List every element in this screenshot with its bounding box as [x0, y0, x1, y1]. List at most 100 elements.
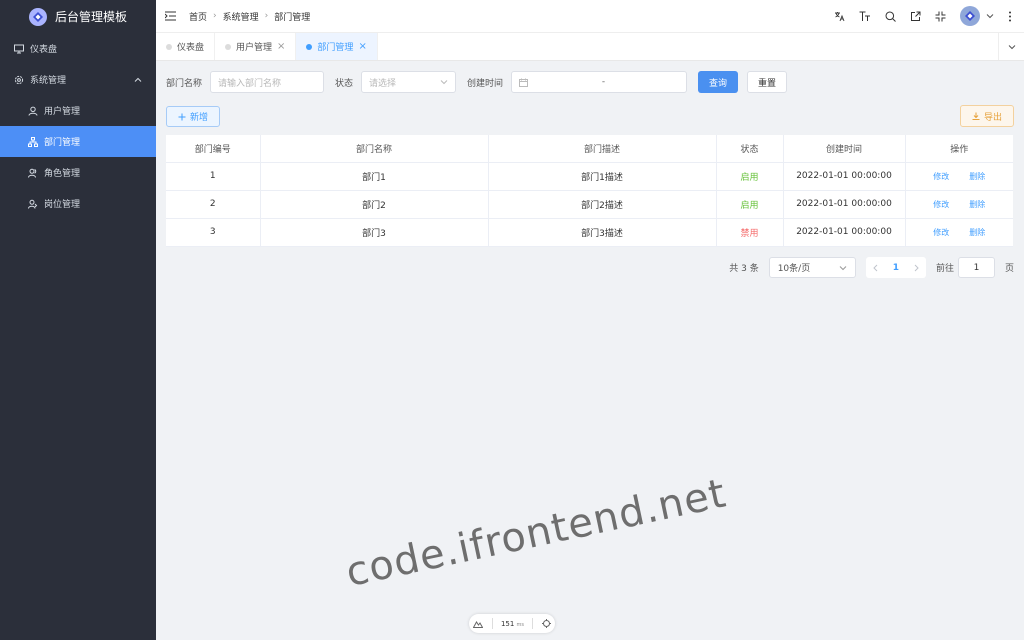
prev-page-icon[interactable] [872, 264, 879, 272]
table-row: 3 部门3 部门3描述 禁用 2022-01-01 00:00:00 修改 删除 [166, 218, 1013, 247]
divider [491, 618, 493, 629]
add-button[interactable]: 新增 [166, 106, 220, 127]
dept-name: 部门3 [260, 218, 489, 247]
dept-name: 部门2 [260, 190, 489, 219]
app-logo[interactable]: 后台管理模板 [0, 0, 156, 33]
dept-id: 3 [166, 218, 261, 247]
sidebar-item-label: 角色管理 [44, 169, 81, 179]
search-icon[interactable] [885, 11, 896, 22]
external-link-icon[interactable] [910, 11, 921, 22]
tags-view: 仪表盘 用户管理 × 部门管理 × [156, 33, 1024, 61]
sidebar-item-users[interactable]: 用户管理 [0, 95, 156, 126]
goto-page-input[interactable]: 1 [957, 257, 995, 278]
sidebar: 后台管理模板 仪表盘 系统管理 用户管理 部门管理 角色管理 岗位管理 [0, 0, 156, 640]
page-size-select[interactable]: 10条/页 [768, 257, 856, 278]
tabs-dropdown[interactable] [998, 33, 1024, 60]
table-header-row: 部门编号 部门名称 部门描述 状态 创建时间 操作 [166, 135, 1013, 163]
breadcrumb-item[interactable]: 系统管理 [223, 10, 259, 23]
fullscreen-exit-icon[interactable] [935, 11, 946, 22]
page-number[interactable]: 1 [893, 263, 899, 273]
total-count: 共 3 条 [729, 264, 759, 274]
breadcrumb-item[interactable]: 首页 [189, 10, 207, 23]
reset-button[interactable]: 重置 [747, 71, 788, 93]
chevron-down-icon [839, 264, 847, 272]
tab-dot [225, 43, 232, 50]
sidebar-item-system[interactable]: 系统管理 [0, 64, 156, 95]
header-tools [834, 6, 1012, 26]
table-row: 2 部门2 部门2描述 启用 2022-01-01 00:00:00 修改 删除 [166, 190, 1013, 219]
sidebar-item-posts[interactable]: 岗位管理 [0, 188, 156, 219]
gear-icon [14, 75, 24, 85]
dept-desc: 部门1描述 [488, 162, 717, 191]
breadcrumb: 首页 › 系统管理 › 部门管理 [189, 10, 310, 23]
actions-cell: 修改 删除 [905, 162, 1013, 191]
chevron-down-icon [986, 12, 994, 20]
chevron-down-icon [440, 78, 448, 86]
delete-link[interactable]: 删除 [969, 228, 985, 237]
dept-name-input[interactable]: 请输入部门名称 [210, 71, 325, 93]
more-vertical-icon[interactable] [1008, 11, 1012, 22]
sidebar-item-departments[interactable]: 部门管理 [0, 126, 156, 157]
dept-id: 1 [166, 162, 261, 191]
mountain-icon[interactable] [473, 620, 484, 628]
edit-link[interactable]: 修改 [933, 172, 949, 181]
delete-link[interactable]: 删除 [969, 200, 985, 209]
top-header: 首页 › 系统管理 › 部门管理 [156, 0, 1024, 33]
monitor-icon [14, 44, 24, 54]
export-button[interactable]: 导出 [960, 105, 1014, 127]
avatar[interactable] [960, 6, 980, 26]
date-range-separator: - [601, 77, 606, 87]
sidebar-item-dashboard[interactable]: 仪表盘 [0, 33, 156, 64]
org-chart-icon [28, 136, 38, 147]
tab-dashboard[interactable]: 仪表盘 [156, 33, 216, 60]
chevron-down-icon [1008, 43, 1016, 51]
edit-link[interactable]: 修改 [933, 200, 949, 209]
create-time-label: 创建时间 [467, 78, 504, 89]
breadcrumb-item: 部门管理 [274, 12, 311, 23]
sidebar-item-label: 用户管理 [44, 107, 81, 117]
tab-label: 部门管理 [317, 43, 354, 53]
column-header: 操作 [905, 135, 1013, 163]
download-icon [972, 112, 980, 120]
actions-cell: 修改 删除 [905, 190, 1013, 219]
font-size-icon[interactable] [859, 11, 871, 22]
status-text: 禁用 [716, 218, 784, 247]
translate-icon[interactable] [834, 11, 845, 22]
next-page-icon[interactable] [913, 264, 920, 272]
goto-label: 前往 [935, 264, 954, 274]
perf-unit: ms [516, 621, 525, 628]
perf-monitor: 151 ms [469, 614, 555, 633]
chevron-up-icon [134, 76, 142, 84]
tab-label: 仪表盘 [177, 43, 205, 53]
add-button-label: 新增 [189, 113, 208, 123]
sidebar-item-roles[interactable]: 角色管理 [0, 157, 156, 188]
perf-readout: 151 ms [501, 620, 524, 628]
menu-fold-icon[interactable] [165, 11, 176, 21]
close-icon[interactable]: × [358, 41, 366, 52]
sidebar-item-label: 部门管理 [44, 138, 81, 148]
sidebar-item-label: 仪表盘 [30, 45, 58, 55]
pagination: 共 3 条 10条/页 1 前往 1 页 [729, 257, 1014, 278]
tab-dot [306, 43, 313, 50]
delete-link[interactable]: 删除 [969, 172, 985, 181]
create-time: 2022-01-01 00:00:00 [783, 190, 906, 219]
tab-departments[interactable]: 部门管理 × [296, 33, 378, 60]
tab-users[interactable]: 用户管理 × [215, 33, 297, 60]
column-header: 状态 [716, 135, 784, 163]
status-text: 启用 [716, 162, 784, 191]
user-menu[interactable] [960, 6, 994, 26]
dept-table: 部门编号 部门名称 部门描述 状态 创建时间 操作 1 部门1 部门1描述 启用… [166, 135, 1013, 247]
status-select[interactable]: 请选择 [361, 71, 457, 93]
tab-dot [166, 43, 172, 50]
column-header: 部门编号 [166, 135, 261, 163]
close-icon[interactable]: × [277, 41, 285, 52]
user-badge-icon [28, 199, 38, 209]
crosshair-icon[interactable] [541, 619, 551, 628]
edit-link[interactable]: 修改 [933, 228, 949, 237]
date-range-picker[interactable]: - [511, 71, 688, 93]
logo-icon [28, 7, 47, 26]
status-label: 状态 [335, 78, 354, 89]
column-header: 创建时间 [783, 135, 906, 163]
search-button[interactable]: 查询 [698, 71, 739, 93]
users-icon [28, 168, 38, 178]
